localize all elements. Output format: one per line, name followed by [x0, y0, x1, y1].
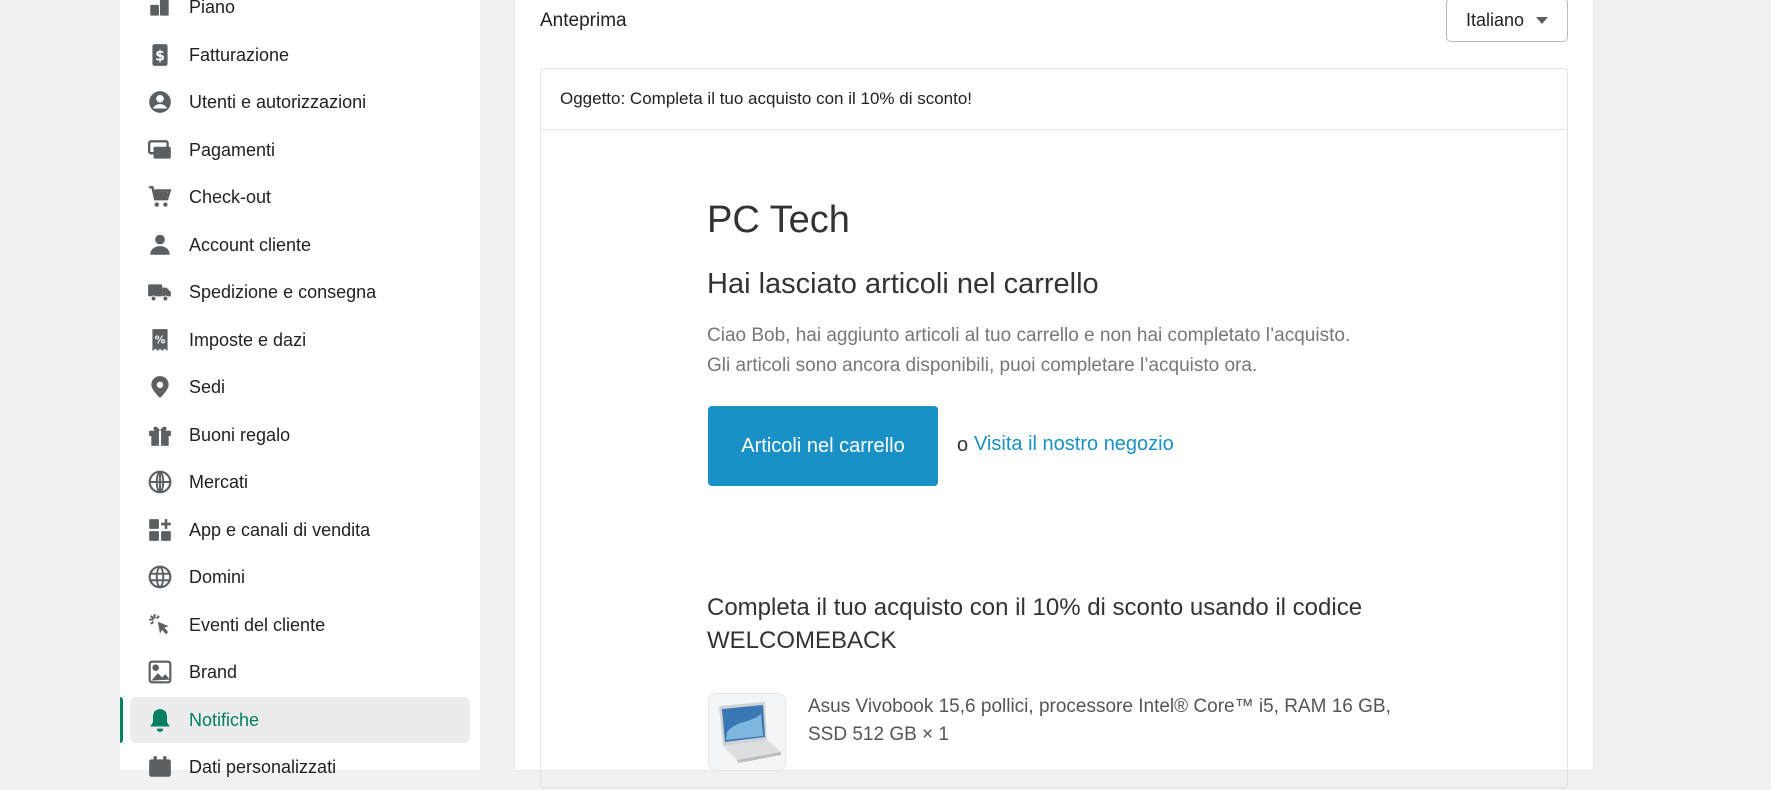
sidebar-item-buoni-regalo[interactable]: Buoni regalo [130, 412, 470, 458]
sidebar-item-label: Sedi [189, 376, 226, 397]
plan-icon [147, 0, 173, 20]
globe-icon [147, 469, 173, 495]
sidebar-item-fatturazione[interactable]: $ Fatturazione [130, 32, 470, 78]
sidebar-item-label: Notifiche [189, 709, 260, 730]
billing-icon: $ [147, 42, 173, 68]
sidebar-item-label: Fatturazione [189, 44, 290, 65]
cart-icon [147, 184, 173, 210]
sidebar-item-notifiche[interactable]: Notifiche [130, 697, 470, 743]
payments-icon [147, 137, 173, 163]
sidebar-item-account-cliente[interactable]: Account cliente [130, 222, 470, 268]
sidebar-item-dati-personalizzati[interactable]: Dati personalizzati [130, 744, 470, 790]
email-body-text: Ciao Bob, hai aggiunto articoli al tuo c… [707, 321, 1407, 381]
sidebar-item-label: Spedizione e consegna [189, 281, 377, 302]
active-indicator [120, 697, 123, 743]
domain-globe-icon [147, 564, 173, 590]
preview-card: Anteprima Italiano Oggetto: Completa il … [515, 0, 1593, 788]
person-icon [147, 232, 173, 258]
sidebar-item-sedi[interactable]: Sedi [130, 364, 470, 410]
sidebar-item-label: Piano [189, 0, 236, 17]
sidebar-item-label: Buoni regalo [189, 424, 291, 445]
tax-receipt-icon: % [147, 327, 173, 353]
custom-data-icon [147, 754, 173, 780]
svg-text:$: $ [155, 48, 165, 64]
bell-icon [147, 707, 173, 733]
sidebar-item-utenti[interactable]: Utenti e autorizzazioni [130, 79, 470, 125]
sidebar-item-brand[interactable]: Brand [130, 649, 470, 695]
product-title: Asus Vivobook 15,6 pollici, processore I… [808, 696, 1391, 745]
sidebar-item-label: Dati personalizzati [189, 756, 337, 777]
sidebar-item-mercati[interactable]: Mercati [130, 459, 470, 505]
sidebar-item-label: Pagamenti [189, 139, 276, 160]
email-heading: Hai lasciato articoli nel carrello [707, 268, 1099, 300]
sidebar-item-label: Domini [189, 566, 246, 587]
caret-down-icon [1536, 16, 1549, 24]
apps-icon [147, 517, 173, 543]
sidebar-item-label: Utenti e autorizzazioni [189, 91, 367, 112]
laptop-image-icon [709, 694, 785, 770]
sidebar-item-label: Imposte e dazi [189, 329, 307, 350]
preview-title: Anteprima [540, 10, 627, 31]
brand-image-icon [147, 659, 173, 685]
language-select[interactable]: Italiano [1446, 0, 1568, 42]
location-pin-icon [147, 374, 173, 400]
gift-icon [147, 422, 173, 448]
svg-text:%: % [155, 333, 166, 346]
visit-store-link[interactable]: Visita il nostro negozio [974, 433, 1174, 456]
email-subject-text: Oggetto: Completa il tuo acquisto con il… [560, 89, 973, 108]
sidebar-item-spedizione[interactable]: Spedizione e consegna [130, 269, 470, 315]
product-image [708, 693, 786, 771]
sidebar-item-piano[interactable]: Piano [130, 0, 470, 30]
sidebar-item-imposte[interactable]: % Imposte e dazi [130, 317, 470, 363]
email-body-line-2: Gli articoli sono ancora disponibili, pu… [707, 355, 1258, 376]
truck-icon [147, 279, 173, 305]
sidebar-item-checkout[interactable]: Check-out [130, 174, 470, 220]
sidebar-item-eventi-cliente[interactable]: Eventi del cliente [130, 602, 470, 648]
shop-name: PC Tech [707, 199, 850, 241]
sidebar-item-label: Check-out [189, 186, 272, 207]
sidebar-item-app-canali[interactable]: App e canali di vendita [130, 507, 470, 553]
settings-sidebar: Piano $ Fatturazione Utenti e autorizzaz… [120, 0, 480, 777]
user-circle-icon [147, 89, 173, 115]
sidebar-item-label: App e canali di vendita [189, 519, 371, 540]
email-preview-frame: Oggetto: Completa il tuo acquisto con il… [540, 68, 1568, 788]
cart-items-button[interactable]: Articoli nel carrello [708, 406, 938, 486]
sidebar-item-pagamenti[interactable]: Pagamenti [130, 127, 470, 173]
sidebar-item-domini[interactable]: Domini [130, 554, 470, 600]
sidebar-item-label: Eventi del cliente [189, 614, 326, 635]
cursor-click-icon [147, 612, 173, 638]
or-separator: o [957, 434, 969, 456]
sidebar-item-label: Account cliente [189, 234, 312, 255]
sidebar-item-label: Brand [189, 661, 238, 682]
discount-heading: Completa il tuo acquisto con il 10% di s… [707, 594, 1363, 654]
sidebar-item-label: Mercati [189, 471, 249, 492]
email-subject: Oggetto: Completa il tuo acquisto con il… [541, 69, 1567, 130]
email-body-line-1: Ciao Bob, hai aggiunto articoli al tuo c… [707, 325, 1351, 346]
language-select-value: Italiano [1465, 9, 1525, 30]
